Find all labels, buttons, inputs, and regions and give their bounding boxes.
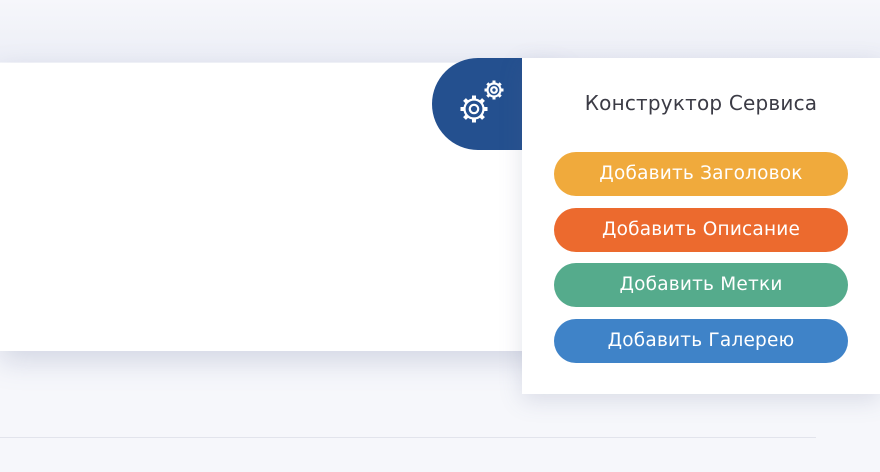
builder-toggle-tab[interactable]	[432, 58, 532, 150]
service-builder-panel: Конструктор Сервиса Добавить Заголовок Д…	[522, 58, 880, 394]
panel-title: Конструктор Сервиса	[584, 91, 818, 115]
gears-icon	[460, 80, 504, 123]
add-description-button[interactable]: Добавить Описание	[554, 208, 848, 252]
add-header-button[interactable]: Добавить Заголовок	[554, 152, 848, 196]
add-gallery-button[interactable]: Добавить Галерею	[554, 319, 848, 363]
add-tags-button[interactable]: Добавить Метки	[554, 263, 848, 307]
divider-line	[0, 437, 816, 438]
top-background-band	[0, 0, 880, 62]
